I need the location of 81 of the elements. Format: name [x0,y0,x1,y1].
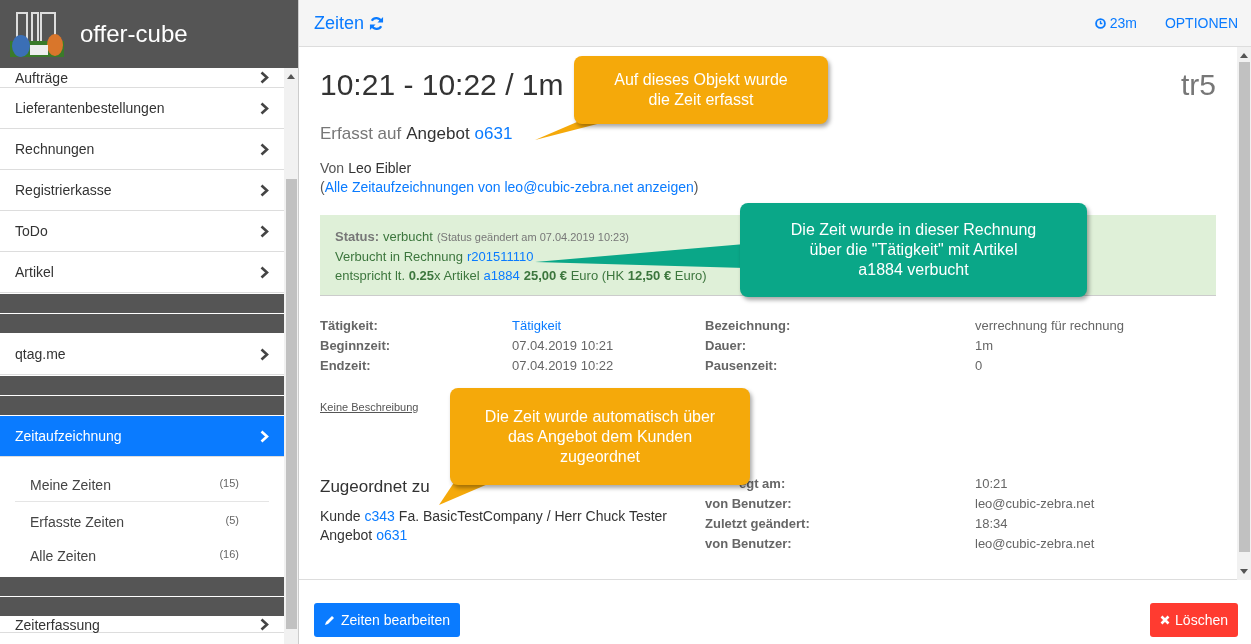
clock-icon [1094,17,1106,29]
chevron-right-icon [260,142,269,156]
chevron-right-icon [260,224,269,238]
pencil-icon [324,614,336,626]
field-value: 0 [975,356,984,375]
sidebar-item[interactable]: Zeiterfassung [0,617,284,633]
chevron-right-icon [260,101,269,115]
record-title: 10:21 - 10:22 / 1m [320,67,564,103]
count-label: (15) [219,476,239,491]
field-value: 10:21 [975,474,1009,493]
sidebar-item[interactable]: Zeitaufzeichnung [0,416,284,457]
status-changed: (Status geändert am 07.04.2019 10:23) [436,229,629,245]
field-label: Dauer: [705,336,747,355]
parenthesis-text: ( [320,177,325,197]
app-name: offer-cube [80,19,188,49]
customer-name: Fa. BasicTestCompany / Herr Chuck Tester [398,507,667,526]
activity-link[interactable]: Tätigkeit [512,315,562,336]
field-value: 18:34 [975,514,1009,533]
refresh-icon[interactable] [369,15,385,31]
count-label: (16) [219,547,239,562]
description-link[interactable]: Keine Beschreibung [320,400,419,413]
author-name: Leo Eibler [348,158,412,178]
annotation-callout: Auf dieses Objekt wurde die Zeit erfasst [574,56,828,124]
object-type: Angebot [406,123,470,145]
field-label: Beginnzeit: [320,336,392,355]
edit-button[interactable]: Zeiten bearbeiten [314,603,460,637]
status-label: Status: [335,227,380,246]
field-label: Pausenzeit: [705,356,778,375]
price-text: 25,00 € Euro (HK 12,50 € Euro) [523,266,707,285]
chevron-right-icon [260,265,269,279]
field-value: leo@cubic-zebra.net [975,494,1095,513]
subitem-label: Alle Zeiten [30,547,97,566]
scroll-down-icon[interactable] [1240,569,1248,574]
field-label: Endzeit: [320,356,372,375]
sidebar-subitem[interactable]: Meine Zeiten (15) [15,463,269,502]
field-label: von Benutzer: [705,534,793,553]
chevron-right-icon [260,183,269,197]
annotation-callout: Die Zeit wurde in dieser Rechnung über die "Tätigkeit" mit Artikel a1884 verbucht [740,203,1087,297]
chevron-right-icon [260,618,269,631]
offer-link[interactable]: o631 [376,526,408,545]
offer-label: Angebot [320,526,373,545]
scroll-up-icon[interactable] [287,74,295,79]
chevron-right-icon [260,347,269,361]
status-value: verbucht [383,227,433,246]
sidebar-item[interactable]: Aufträge [0,68,284,88]
scroll-up-icon[interactable] [1240,53,1248,58]
field-label: Zuletzt geändert: [705,514,811,533]
count-label: (5) [225,513,239,528]
customer-label: Kunde [320,507,361,526]
customer-link[interactable]: c343 [364,507,395,526]
scrollbar-thumb[interactable] [285,179,297,629]
field-value: leo@cubic-zebra.net [975,534,1095,553]
captured-label: Erfasst auf [320,123,402,145]
delete-button[interactable]: Löschen [1150,603,1238,637]
parenthesis-text: ) [693,177,699,197]
sidebar-subitem[interactable]: Erfasste Zeiten (5) [15,502,269,536]
page-title: Zeiten [314,11,365,35]
offer-link[interactable]: o631 [474,121,513,147]
close-icon [1160,615,1171,625]
all-records-link[interactable]: Alle Zeitaufzeichnungen von leo@cubic-zebra.net anzeigen [324,177,694,197]
subitem-label: Erfasste Zeiten [30,513,125,532]
section-heading: Zugeordnet zu [320,475,430,498]
field-value: verrechnung für rechnung [975,316,1125,335]
scrollbar-thumb[interactable] [1238,62,1250,552]
record-id: tr5 [1181,67,1216,103]
field-value: 07.04.2019 10:21 [512,336,614,355]
booked-label: Verbucht in Rechnung [335,247,463,266]
field-label: Bezeichnung: [705,316,791,335]
options-link[interactable]: OPTIONEN [1164,12,1238,34]
chevron-right-icon [260,429,269,443]
equivalence-text: entspricht lt. 0.25x Artikel [335,266,480,285]
chevron-right-icon [260,71,269,84]
author-label: Von [320,158,345,178]
sidebar-subitem[interactable]: Alle Zeiten (16) [15,536,269,570]
timer-link[interactable]: 23m [1109,12,1137,34]
field-label: von Benutzer: [705,494,793,513]
field-label: Tätigkeit: [320,316,379,335]
logo-icon [10,11,64,57]
field-value: 07.04.2019 10:22 [512,356,614,375]
subitem-label: Meine Zeiten [30,476,111,495]
field-value: 1m [975,336,995,355]
